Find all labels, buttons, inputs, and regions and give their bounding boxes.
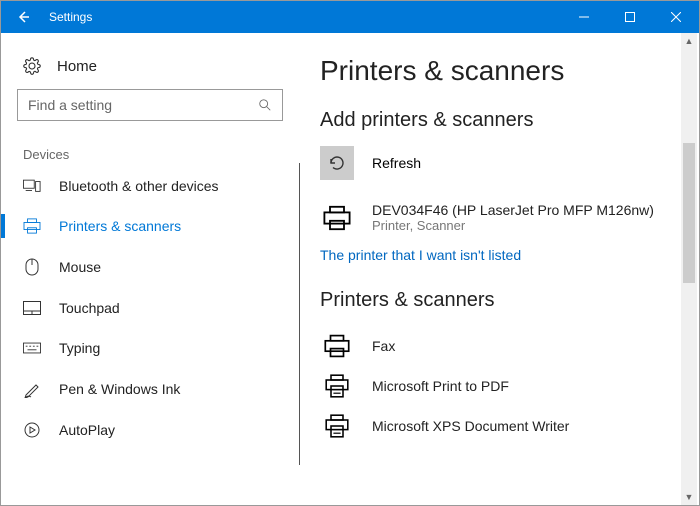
back-arrow-icon [15, 9, 31, 25]
titlebar: Settings [1, 1, 699, 33]
mouse-icon [23, 258, 41, 276]
home-button[interactable]: Home [1, 49, 299, 89]
printer-icon [320, 334, 354, 358]
add-heading: Add printers & scanners [320, 109, 699, 132]
page-heading: Printers & scanners [320, 55, 699, 87]
printer-label: Fax [372, 338, 395, 354]
sidebar-item-label: Bluetooth & other devices [59, 178, 219, 194]
sidebar-item-label: Printers & scanners [59, 218, 181, 234]
printer-item-pdf[interactable]: Microsoft Print to PDF [320, 366, 699, 406]
sidebar-item-autoplay[interactable]: AutoPlay [1, 410, 299, 450]
search-input[interactable]: Find a setting [17, 89, 283, 121]
printer-icon [23, 218, 41, 234]
sidebar-item-printers[interactable]: Printers & scanners [1, 206, 299, 246]
sidebar-item-label: AutoPlay [59, 422, 115, 438]
back-button[interactable] [1, 1, 45, 33]
scroll-down-icon[interactable]: ▼ [681, 489, 697, 505]
refresh-icon [328, 154, 346, 172]
sidebar-item-typing[interactable]: Typing [1, 328, 299, 368]
sidebar-item-label: Pen & Windows Ink [59, 381, 180, 397]
printer-icon [320, 414, 354, 438]
scrollbar[interactable]: ▲ ▼ [681, 33, 697, 505]
printer-icon [320, 374, 354, 398]
not-listed-link[interactable]: The printer that I want isn't listed [320, 247, 699, 263]
sidebar-item-touchpad[interactable]: Touchpad [1, 288, 299, 328]
sidebar-item-bluetooth[interactable]: Bluetooth & other devices [1, 166, 299, 206]
sidebar-item-label: Touchpad [59, 300, 120, 316]
window-title: Settings [45, 10, 92, 24]
printer-label: Microsoft XPS Document Writer [372, 418, 569, 434]
printer-item-xps[interactable]: Microsoft XPS Document Writer [320, 406, 699, 446]
search-placeholder: Find a setting [28, 97, 112, 113]
search-icon [258, 98, 272, 112]
sidebar-item-mouse[interactable]: Mouse [1, 246, 299, 288]
touchpad-icon [23, 301, 41, 315]
scroll-up-icon[interactable]: ▲ [681, 33, 697, 49]
printers-list-heading: Printers & scanners [320, 289, 699, 312]
devices-icon [23, 179, 41, 193]
keyboard-icon [23, 342, 41, 354]
printer-item-fax[interactable]: Fax [320, 326, 699, 366]
minimize-icon [579, 12, 589, 22]
refresh-label: Refresh [372, 155, 421, 171]
sidebar: Home Find a setting Devices Bluetooth & … [1, 33, 299, 505]
section-label-devices: Devices [1, 141, 299, 166]
pen-icon [23, 380, 41, 398]
home-label: Home [57, 58, 97, 75]
close-icon [671, 12, 681, 22]
printer-label: Microsoft Print to PDF [372, 378, 509, 394]
gear-icon [23, 57, 41, 75]
close-button[interactable] [653, 1, 699, 33]
device-name: DEV034F46 (HP LaserJet Pro MFP M126nw) [372, 202, 654, 218]
sidebar-item-pen[interactable]: Pen & Windows Ink [1, 368, 299, 410]
device-type: Printer, Scanner [372, 218, 654, 233]
maximize-icon [625, 12, 635, 22]
minimize-button[interactable] [561, 1, 607, 33]
scroll-thumb[interactable] [683, 143, 695, 283]
main-panel: Printers & scanners Add printers & scann… [300, 33, 699, 505]
found-device[interactable]: DEV034F46 (HP LaserJet Pro MFP M126nw) P… [320, 202, 699, 233]
printer-icon [320, 205, 354, 231]
autoplay-icon [23, 422, 41, 438]
maximize-button[interactable] [607, 1, 653, 33]
sidebar-item-label: Mouse [59, 259, 101, 275]
sidebar-item-label: Typing [59, 340, 100, 356]
refresh-button[interactable] [320, 146, 354, 180]
